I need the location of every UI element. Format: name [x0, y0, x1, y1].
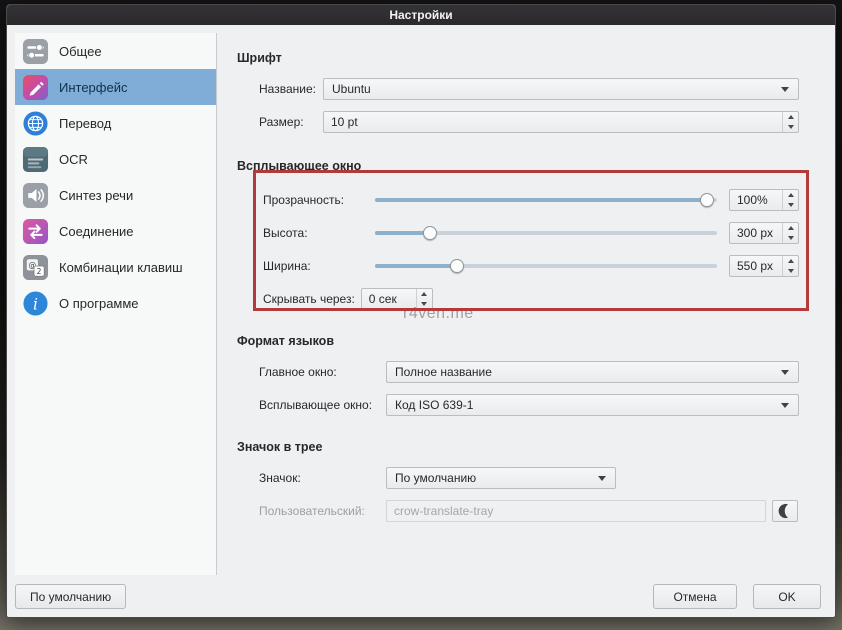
font-size-row: Размер: 10 pt — [237, 111, 799, 133]
spin-up-icon[interactable] — [783, 190, 798, 200]
custom-tray-icon-row: Пользовательский: crow-translate-tray — [237, 500, 799, 522]
settings-dialog: Настройки Общее Интерфейс Перевод — [6, 4, 836, 618]
tray-icon-row: Значок: По умолчанию — [237, 467, 799, 489]
main-window-format-label: Главное окно: — [259, 365, 386, 379]
height-spinbox[interactable]: 300 px — [729, 222, 799, 244]
opacity-label: Прозрачность: — [263, 193, 375, 207]
height-slider[interactable] — [375, 222, 717, 244]
sidebar-item-label: Интерфейс — [59, 80, 127, 95]
sidebar-item-label: О программе — [59, 296, 139, 311]
sidebar: Общее Интерфейс Перевод OCR — [15, 33, 217, 575]
slider-handle[interactable] — [700, 193, 714, 207]
dialog-footer: По умолчанию Отмена OK — [15, 584, 821, 609]
section-tray-title: Значок в трее — [237, 440, 799, 454]
keyboard-keys-icon: @2 — [22, 254, 49, 281]
section-popup-title: Всплывающее окно — [237, 159, 799, 173]
width-spinbox[interactable]: 550 px — [729, 255, 799, 277]
custom-tray-icon-label: Пользовательский: — [259, 504, 386, 518]
defaults-button[interactable]: По умолчанию — [15, 584, 126, 609]
sidebar-item-about[interactable]: i О программе — [15, 285, 216, 321]
sidebar-item-shortcuts[interactable]: @2 Комбинации клавиш — [15, 249, 216, 285]
spin-up-icon[interactable] — [783, 223, 798, 233]
custom-tray-icon-field: crow-translate-tray — [386, 500, 766, 522]
width-label: Ширина: — [263, 259, 375, 273]
main-window-format-combobox[interactable]: Полное название — [386, 361, 799, 383]
chevron-down-icon — [597, 476, 607, 481]
sidebar-item-label: Общее — [59, 44, 102, 59]
font-name-label: Название: — [259, 82, 323, 96]
settings-content: Шрифт Название: Ubuntu Размер: 10 pt — [237, 51, 799, 575]
interface-icon — [22, 74, 49, 101]
font-name-combobox[interactable]: Ubuntu — [323, 78, 799, 100]
sidebar-item-connection[interactable]: Соединение — [15, 213, 216, 249]
height-label: Высота: — [263, 226, 375, 240]
connection-arrows-icon — [22, 218, 49, 245]
hide-after-row: Скрывать через: 0 сек — [237, 288, 799, 310]
opacity-row: Прозрачность: 100% — [237, 189, 799, 211]
info-icon: i — [22, 290, 49, 317]
speech-speaker-icon — [22, 182, 49, 209]
sidebar-item-ocr[interactable]: OCR — [15, 141, 216, 177]
spin-down-icon[interactable] — [783, 266, 798, 276]
translation-globe-icon — [22, 110, 49, 137]
popup-window-format-row: Всплывающее окно: Код ISO 639-1 — [237, 394, 799, 416]
spin-down-icon[interactable] — [783, 233, 798, 243]
font-size-spinbox[interactable]: 10 pt — [323, 111, 799, 133]
crow-icon — [776, 502, 794, 520]
ok-button[interactable]: OK — [753, 584, 821, 609]
sidebar-item-label: Перевод — [59, 116, 111, 131]
general-icon — [22, 38, 49, 65]
sidebar-item-translation[interactable]: Перевод — [15, 105, 216, 141]
slider-handle[interactable] — [423, 226, 437, 240]
title-bar[interactable]: Настройки — [7, 5, 835, 25]
spin-up-icon[interactable] — [783, 112, 798, 122]
spin-down-icon[interactable] — [783, 122, 798, 132]
popup-window-format-combobox[interactable]: Код ISO 639-1 — [386, 394, 799, 416]
tray-icon-label: Значок: — [259, 471, 386, 485]
svg-text:i: i — [33, 295, 38, 313]
sidebar-item-general[interactable]: Общее — [15, 33, 216, 69]
tray-icon-combobox[interactable]: По умолчанию — [386, 467, 616, 489]
slider-groove — [375, 264, 717, 268]
width-row: Ширина: 550 px — [237, 255, 799, 277]
sidebar-item-label: Комбинации клавиш — [59, 260, 183, 275]
spin-down-icon[interactable] — [417, 299, 432, 309]
slider-handle[interactable] — [450, 259, 464, 273]
chevron-down-icon — [780, 370, 790, 375]
cancel-button[interactable]: Отмена — [653, 584, 737, 609]
spin-down-icon[interactable] — [783, 200, 798, 210]
spin-up-icon[interactable] — [783, 256, 798, 266]
popup-window-format-label: Всплывающее окно: — [259, 398, 386, 412]
main-window-format-row: Главное окно: Полное название — [237, 361, 799, 383]
sidebar-item-speech[interactable]: Синтез речи — [15, 177, 216, 213]
width-slider[interactable] — [375, 255, 717, 277]
opacity-spinbox[interactable]: 100% — [729, 189, 799, 211]
sidebar-item-label: Синтез речи — [59, 188, 133, 203]
slider-groove — [375, 198, 717, 202]
section-language-title: Формат языков — [237, 334, 799, 348]
spin-up-icon[interactable] — [417, 289, 432, 299]
hide-after-spinbox[interactable]: 0 сек — [361, 288, 433, 310]
chevron-down-icon — [780, 87, 790, 92]
section-font-title: Шрифт — [237, 51, 799, 65]
sidebar-item-label: Соединение — [59, 224, 134, 239]
opacity-slider[interactable] — [375, 189, 717, 211]
font-name-row: Название: Ubuntu — [237, 78, 799, 100]
custom-icon-picker-button[interactable] — [772, 500, 798, 522]
font-size-label: Размер: — [259, 115, 323, 129]
ocr-icon — [22, 146, 49, 173]
chevron-down-icon — [780, 403, 790, 408]
sidebar-item-label: OCR — [59, 152, 88, 167]
sidebar-item-interface[interactable]: Интерфейс — [15, 69, 216, 105]
hide-after-label: Скрывать через: — [263, 292, 355, 306]
window-title: Настройки — [389, 8, 452, 22]
svg-text:2: 2 — [37, 266, 42, 275]
height-row: Высота: 300 px — [237, 222, 799, 244]
